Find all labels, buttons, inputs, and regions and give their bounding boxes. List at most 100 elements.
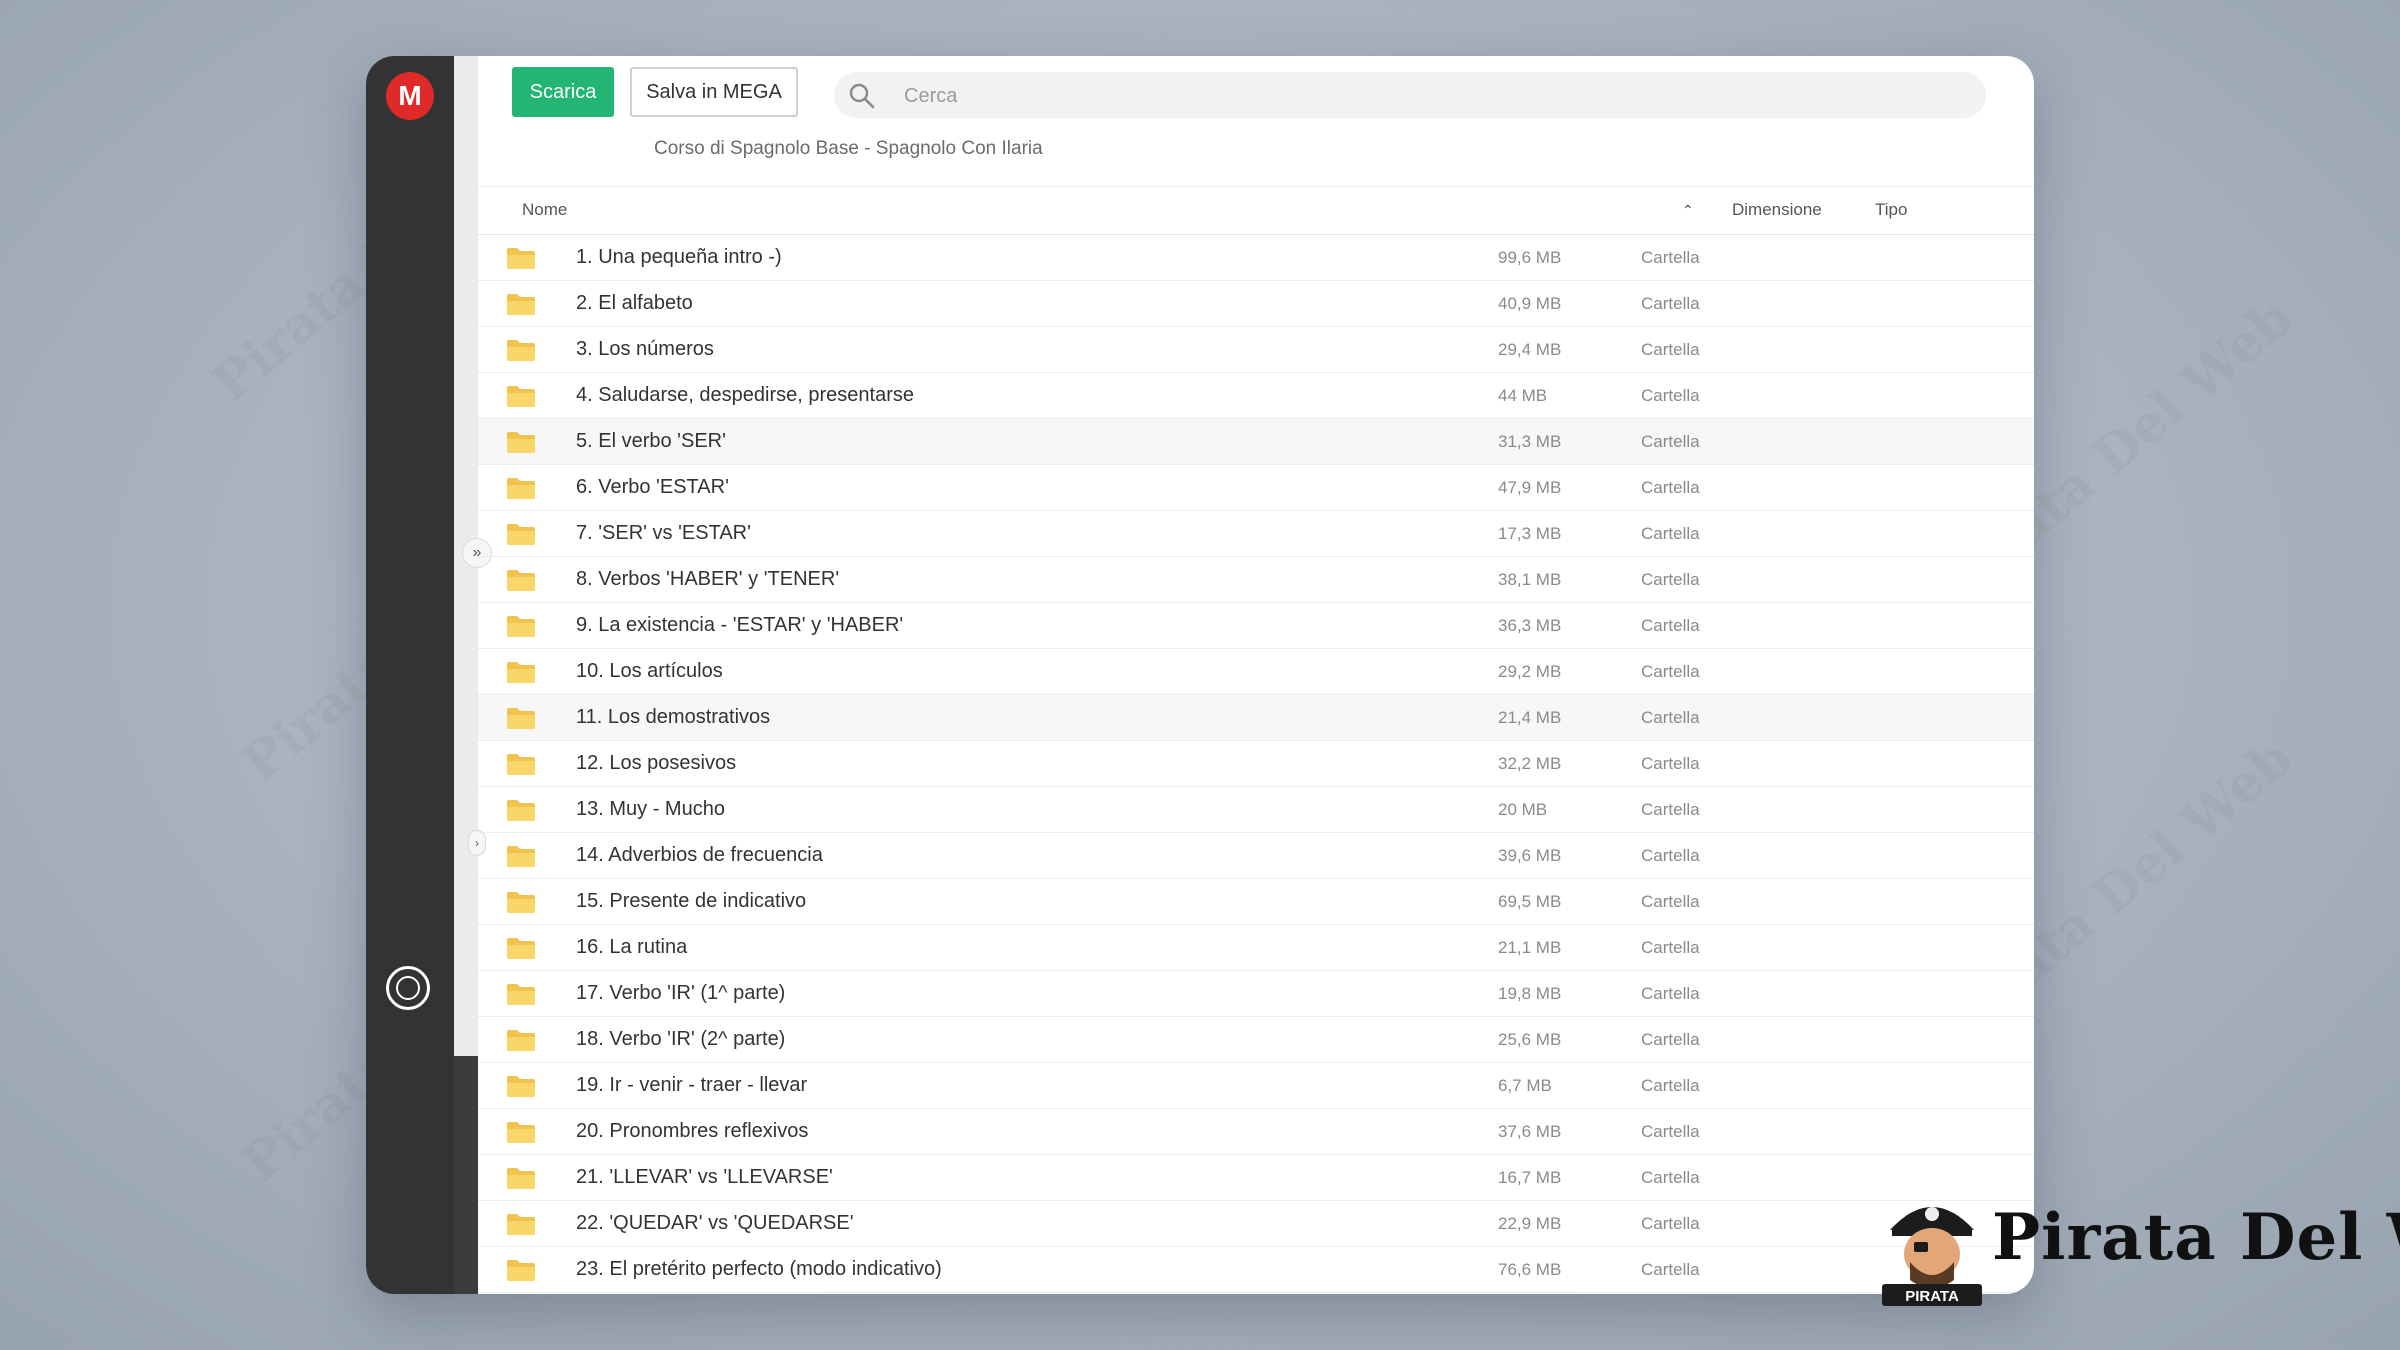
divider — [478, 186, 2034, 187]
folder-size: 6,7 MB — [1498, 1076, 1552, 1095]
folder-icon — [506, 292, 536, 316]
folder-name[interactable]: 19. Ir - venir - traer - llevar — [576, 1074, 807, 1097]
folder-name[interactable]: 15. Presente de indicativo — [576, 890, 806, 913]
save-to-mega-button[interactable]: Salva in MEGA — [630, 67, 798, 117]
folder-name[interactable]: 3. Los números — [576, 338, 714, 361]
table-row[interactable]: 20. Pronombres reflexivos 37,6 MB Cartella — [478, 1109, 2034, 1155]
folder-name[interactable]: 9. La existencia - 'ESTAR' y 'HABER' — [576, 614, 903, 637]
download-button[interactable]: Scarica — [512, 67, 614, 117]
table-row[interactable]: 12. Los posesivos 32,2 MB Cartella — [478, 741, 2034, 787]
folder-name[interactable]: 2. El alfabeto — [576, 292, 693, 315]
folder-icon — [506, 752, 536, 776]
folder-icon — [506, 1120, 536, 1144]
table-row[interactable]: 18. Verbo 'IR' (2^ parte) 25,6 MB Cartella — [478, 1017, 2034, 1063]
folder-name[interactable]: 23. El pretérito perfecto (modo indicati… — [576, 1258, 942, 1281]
folder-icon — [506, 660, 536, 684]
folder-name[interactable]: 7. 'SER' vs 'ESTAR' — [576, 522, 751, 545]
folder-size: 37,6 MB — [1498, 1122, 1562, 1141]
folder-name[interactable]: 14. Adverbios de frecuencia — [576, 844, 823, 867]
table-row[interactable]: 14. Adverbios de frecuencia 39,6 MB Cartel… — [478, 833, 2034, 879]
folder-name[interactable]: 12. Los posesivos — [576, 752, 736, 775]
folder-name[interactable]: 21. 'LLEVAR' vs 'LLEVARSE' — [576, 1166, 833, 1189]
table-row[interactable]: 21. 'LLEVAR' vs 'LLEVARSE' 16,7 MB Cartell… — [478, 1155, 2034, 1201]
folder-icon — [506, 1074, 536, 1098]
table-row[interactable]: 13. Muy - Mucho 20 MB Cartella — [478, 787, 2034, 833]
sort-ascending-icon[interactable]: ⌃ — [1682, 202, 1694, 219]
folder-icon — [506, 614, 536, 638]
folder-name[interactable]: 18. Verbo 'IR' (2^ parte) — [576, 1028, 785, 1051]
table-row[interactable]: 6. Verbo 'ESTAR' 47,9 MB Cartella — [478, 465, 2034, 511]
table-row[interactable]: 16. La rutina 21,1 MB Cartella — [478, 925, 2034, 971]
folder-type: Cartella — [1641, 984, 1700, 1003]
folder-size: 47,9 MB — [1498, 478, 1562, 497]
folder-size: 29,2 MB — [1498, 662, 1562, 681]
folder-type: Cartella — [1641, 1260, 1700, 1279]
table-row[interactable]: 23. El pretérito perfecto (modo indicati… — [478, 1247, 2034, 1293]
column-header-type[interactable]: Tipo — [1875, 200, 1907, 220]
column-header-name[interactable]: Nome — [522, 200, 567, 220]
file-list: 1. Una pequeña intro -) 99,6 MB Cartella 2.… — [478, 235, 2034, 1293]
breadcrumb[interactable]: Corso di Spagnolo Base - Spagnolo Con Il… — [654, 138, 1043, 160]
table-row[interactable]: 7. 'SER' vs 'ESTAR' 17,3 MB Cartella — [478, 511, 2034, 557]
folder-name[interactable]: 4. Saludarse, despedirse, presentarse — [576, 384, 914, 407]
table-row[interactable]: 9. La existencia - 'ESTAR' y 'HABER' 36,3… — [478, 603, 2034, 649]
folder-name[interactable]: 10. Los artículos — [576, 660, 723, 683]
folder-size: 17,3 MB — [1498, 524, 1562, 543]
table-row[interactable]: 22. 'QUEDAR' vs 'QUEDARSE' 22,9 MB Cartell… — [478, 1201, 2034, 1247]
table-row[interactable]: 19. Ir - venir - traer - llevar 6,7 MB Car… — [478, 1063, 2034, 1109]
folder-name[interactable]: 1. Una pequeña intro -) — [576, 246, 782, 269]
folder-name[interactable]: 8. Verbos 'HABER' y 'TENER' — [576, 568, 839, 591]
table-row[interactable]: 2. El alfabeto 40,9 MB Cartella — [478, 281, 2034, 327]
brand-name: Pirata Del Web — [1992, 1200, 2400, 1275]
folder-icon — [506, 798, 536, 822]
table-row[interactable]: 8. Verbos 'HABER' y 'TENER' 38,1 MB Cartel… — [478, 557, 2034, 603]
table-row[interactable]: 3. Los números 29,4 MB Cartella — [478, 327, 2034, 373]
folder-name[interactable]: 6. Verbo 'ESTAR' — [576, 476, 729, 499]
account-icon[interactable] — [386, 966, 430, 1010]
folder-name[interactable]: 13. Muy - Mucho — [576, 798, 725, 821]
folder-type: Cartella — [1641, 1076, 1700, 1095]
folder-size: 44 MB — [1498, 386, 1548, 405]
folder-name[interactable]: 16. La rutina — [576, 936, 687, 959]
folder-icon — [506, 430, 536, 454]
folder-size: 25,6 MB — [1498, 1030, 1562, 1049]
table-row[interactable]: 15. Presente de indicativo 69,5 MB Cartell… — [478, 879, 2034, 925]
mega-window: M » › Scarica Salva in MEGA Corso di Spa… — [366, 56, 2034, 1294]
folder-name[interactable]: 22. 'QUEDAR' vs 'QUEDARSE' — [576, 1212, 854, 1235]
svg-text:PIRATA: PIRATA — [1905, 1288, 1959, 1305]
mega-logo-icon[interactable]: M — [386, 72, 434, 120]
sidebar: M — [366, 56, 454, 1294]
folder-icon — [506, 936, 536, 960]
folder-icon — [506, 1028, 536, 1052]
folder-name[interactable]: 5. El verbo 'SER' — [576, 430, 726, 453]
brand-logo: PIRATA Pirata Del Web — [1880, 1188, 2400, 1308]
folder-size: 99,6 MB — [1498, 248, 1562, 267]
folder-size: 21,4 MB — [1498, 708, 1562, 727]
folder-icon — [506, 982, 536, 1006]
table-row[interactable]: 1. Una pequeña intro -) 99,6 MB Cartella — [478, 235, 2034, 281]
folder-type: Cartella — [1641, 294, 1700, 313]
search-input[interactable] — [902, 72, 1966, 120]
folder-size: 76,6 MB — [1498, 1260, 1562, 1279]
folder-icon — [506, 522, 536, 546]
folder-name[interactable]: 17. Verbo 'IR' (1^ parte) — [576, 982, 785, 1005]
folder-icon — [506, 706, 536, 730]
folder-icon — [506, 1166, 536, 1190]
folder-type: Cartella — [1641, 938, 1700, 957]
table-row[interactable]: 10. Los artículos 29,2 MB Cartella — [478, 649, 2034, 695]
folder-type: Cartella — [1641, 524, 1700, 543]
table-row[interactable]: 11. Los demostrativos 21,4 MB Cartella — [478, 695, 2034, 741]
folder-type: Cartella — [1641, 570, 1700, 589]
table-row[interactable]: 17. Verbo 'IR' (1^ parte) 19,8 MB Cartella — [478, 971, 2034, 1017]
search-bar[interactable] — [834, 72, 1986, 120]
sidebar-rail-dark — [454, 1056, 478, 1294]
column-header-size[interactable]: Dimensione — [1732, 200, 1822, 220]
folder-type: Cartella — [1641, 662, 1700, 681]
folder-name[interactable]: 20. Pronombres reflexivos — [576, 1120, 808, 1143]
table-row[interactable]: 4. Saludarse, despedirse, presentarse 44 … — [478, 373, 2034, 419]
table-row[interactable]: 5. El verbo 'SER' 31,3 MB Cartella — [478, 419, 2034, 465]
folder-icon — [506, 890, 536, 914]
folder-size: 36,3 MB — [1498, 616, 1562, 635]
folder-name[interactable]: 11. Los demostrativos — [576, 706, 770, 729]
folder-icon — [506, 384, 536, 408]
